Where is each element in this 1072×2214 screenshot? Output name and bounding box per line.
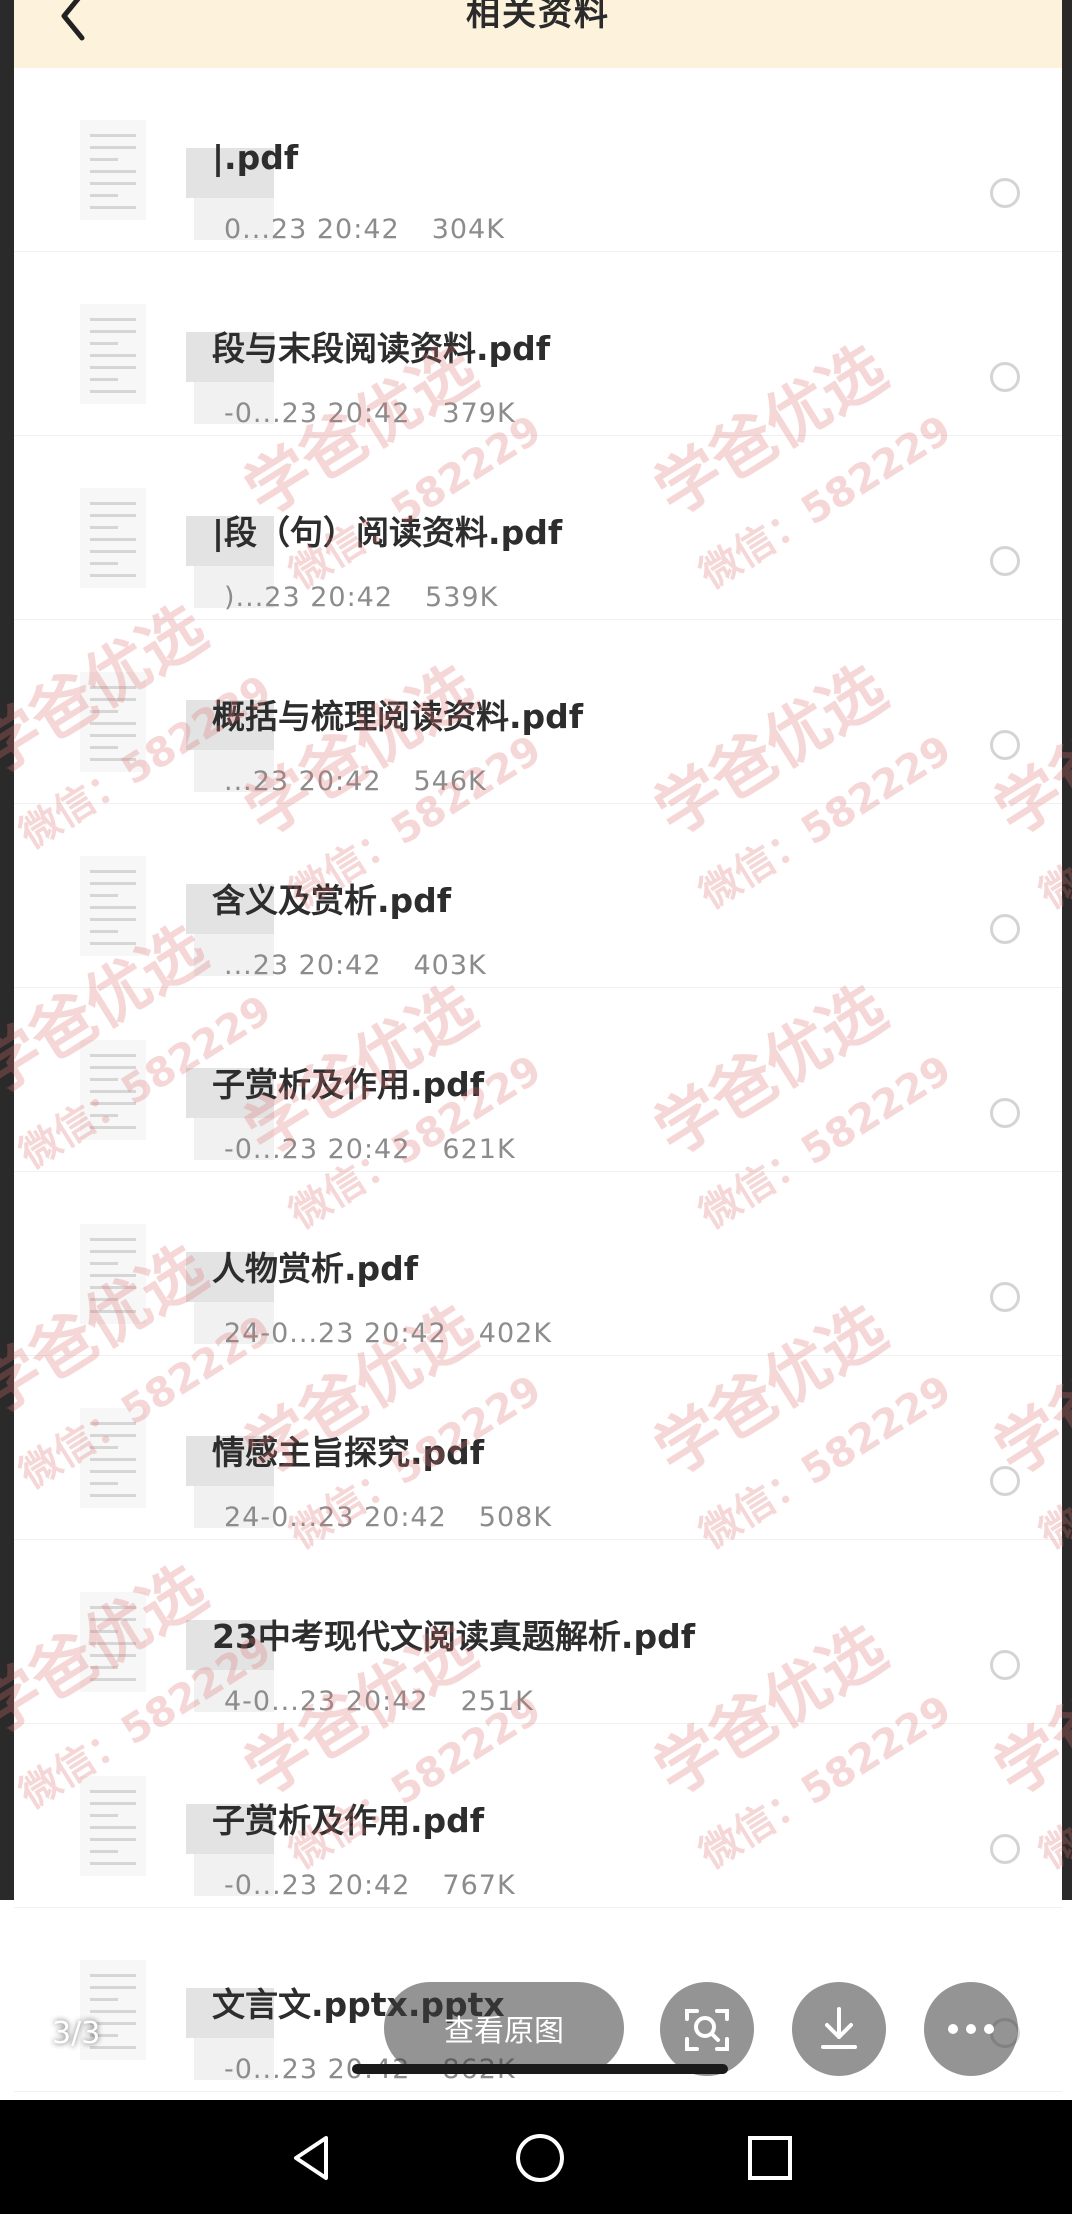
- file-date: -0...23 20:42: [224, 1870, 411, 1901]
- file-name: 子赏析及作用.pdf: [212, 1065, 485, 1104]
- select-radio[interactable]: [990, 1650, 1020, 1680]
- pdf-thumbnail-icon: [80, 304, 146, 404]
- file-size: 251K: [460, 1686, 534, 1717]
- file-meta: -0...23 20:42 767K: [224, 1870, 516, 1901]
- file-size: 767K: [442, 1870, 516, 1901]
- select-radio[interactable]: [990, 914, 1020, 944]
- pdf-thumbnail-icon: [80, 488, 146, 588]
- page-title: 相关资料: [466, 0, 610, 34]
- file-date: 24-0...23 20:42: [224, 1502, 447, 1533]
- right-edge: [1062, 0, 1072, 1900]
- file-size: 304K: [431, 214, 505, 245]
- pdf-thumbnail-icon: [80, 1592, 146, 1692]
- nav-recent-button[interactable]: [740, 2128, 800, 2188]
- left-edge: [0, 0, 14, 1900]
- nav-back-button[interactable]: [282, 2128, 342, 2188]
- file-name: 含义及赏析.pdf: [212, 881, 452, 920]
- file-date: -0...23 20:42: [224, 1134, 411, 1165]
- file-size: 508K: [478, 1502, 553, 1533]
- image-search-button[interactable]: [660, 1982, 754, 2076]
- file-date: 4-0...23 20:42: [224, 1686, 429, 1717]
- pdf-thumbnail-icon: [80, 856, 146, 956]
- select-radio[interactable]: [990, 1834, 1020, 1864]
- file-meta: )...23 20:42 539K: [224, 582, 498, 613]
- header-bar: 相关资料: [14, 0, 1062, 68]
- file-name: 子赏析及作用.pdf: [212, 1801, 485, 1840]
- file-row[interactable]: 人物赏析.pdf 24-0...23 20:42 402K: [14, 1172, 1062, 1356]
- file-size: 403K: [413, 950, 487, 981]
- select-radio[interactable]: [990, 1098, 1020, 1128]
- select-radio[interactable]: [990, 730, 1020, 760]
- square-recent-icon: [748, 2136, 792, 2180]
- file-row[interactable]: |段（句）阅读资料.pdf )...23 20:42 539K: [14, 436, 1062, 620]
- circle-home-icon: [516, 2134, 564, 2182]
- file-date: 24-0...23 20:42: [224, 1318, 447, 1349]
- pdf-thumbnail-icon: [80, 1776, 146, 1876]
- file-size: 379K: [442, 398, 516, 429]
- file-name: 23中考现代文阅读真题解析.pdf: [212, 1617, 696, 1656]
- triangle-back-icon: [294, 2136, 328, 2180]
- file-row[interactable]: 子赏析及作用.pdf -0...23 20:42 621K: [14, 988, 1062, 1172]
- download-icon: [821, 2007, 857, 2049]
- file-size: 546K: [413, 766, 487, 797]
- file-list: |.pdf 0...23 20:42 304K 段与末段阅读资料.pdf -0...23…: [14, 68, 1062, 2092]
- file-date: 0...23 20:42: [224, 214, 400, 245]
- file-date: ...23 20:42: [224, 950, 382, 981]
- select-radio[interactable]: [990, 1466, 1020, 1496]
- file-size: 402K: [478, 1318, 553, 1349]
- select-radio[interactable]: [990, 362, 1020, 392]
- pdf-thumbnail-icon: [80, 1408, 146, 1508]
- file-meta: 24-0...23 20:42 508K: [224, 1502, 552, 1533]
- pdf-thumbnail-icon: [80, 120, 146, 220]
- file-name: |.pdf: [212, 138, 299, 177]
- file-name: 段与末段阅读资料.pdf: [212, 329, 551, 368]
- file-meta: -0...23 20:42 379K: [224, 398, 516, 429]
- file-row[interactable]: |.pdf 0...23 20:42 304K: [14, 68, 1062, 252]
- page-indicator: 3/3: [52, 2016, 101, 2051]
- select-radio[interactable]: [990, 1282, 1020, 1312]
- image-search-icon: [685, 2009, 729, 2051]
- file-date: ...23 20:42: [224, 766, 382, 797]
- file-row[interactable]: 段与末段阅读资料.pdf -0...23 20:42 379K: [14, 252, 1062, 436]
- pdf-thumbnail-icon: [80, 672, 146, 772]
- system-nav-bar: [0, 2100, 1072, 2214]
- pdf-thumbnail-icon: [80, 1224, 146, 1324]
- file-meta: 0...23 20:42 304K: [224, 214, 505, 245]
- file-meta: 4-0...23 20:42 251K: [224, 1686, 534, 1717]
- file-meta: 24-0...23 20:42 402K: [224, 1318, 552, 1349]
- home-indicator: [352, 2064, 728, 2074]
- file-name: 概括与梳理阅读资料.pdf: [212, 697, 584, 736]
- file-meta: ...23 20:42 403K: [224, 950, 487, 981]
- more-dots-icon: [948, 2024, 994, 2034]
- file-row[interactable]: 概括与梳理阅读资料.pdf ...23 20:42 546K: [14, 620, 1062, 804]
- file-name: 情感主旨探究.pdf: [212, 1433, 485, 1472]
- select-radio[interactable]: [990, 546, 1020, 576]
- file-row[interactable]: 含义及赏析.pdf ...23 20:42 403K: [14, 804, 1062, 988]
- file-row[interactable]: 子赏析及作用.pdf -0...23 20:42 767K: [14, 1724, 1062, 1908]
- file-name: 人物赏析.pdf: [212, 1249, 419, 1288]
- view-original-button[interactable]: 查看原图: [384, 1982, 624, 2074]
- pdf-thumbnail-icon: [80, 1040, 146, 1140]
- select-radio[interactable]: [990, 178, 1020, 208]
- file-row[interactable]: 23中考现代文阅读真题解析.pdf 4-0...23 20:42 251K: [14, 1540, 1062, 1724]
- viewer-toolbar: 3/3 查看原图: [0, 1960, 1072, 2100]
- more-button[interactable]: [924, 1982, 1018, 2076]
- file-meta: ...23 20:42 546K: [224, 766, 487, 797]
- file-size: 539K: [425, 582, 499, 613]
- file-date: )...23 20:42: [224, 582, 394, 613]
- file-meta: -0...23 20:42 621K: [224, 1134, 516, 1165]
- file-row[interactable]: 情感主旨探究.pdf 24-0...23 20:42 508K: [14, 1356, 1062, 1540]
- download-button[interactable]: [792, 1982, 886, 2076]
- file-size: 621K: [442, 1134, 516, 1165]
- file-name: |段（句）阅读资料.pdf: [212, 513, 563, 552]
- nav-home-button[interactable]: [510, 2128, 570, 2188]
- file-date: -0...23 20:42: [224, 398, 411, 429]
